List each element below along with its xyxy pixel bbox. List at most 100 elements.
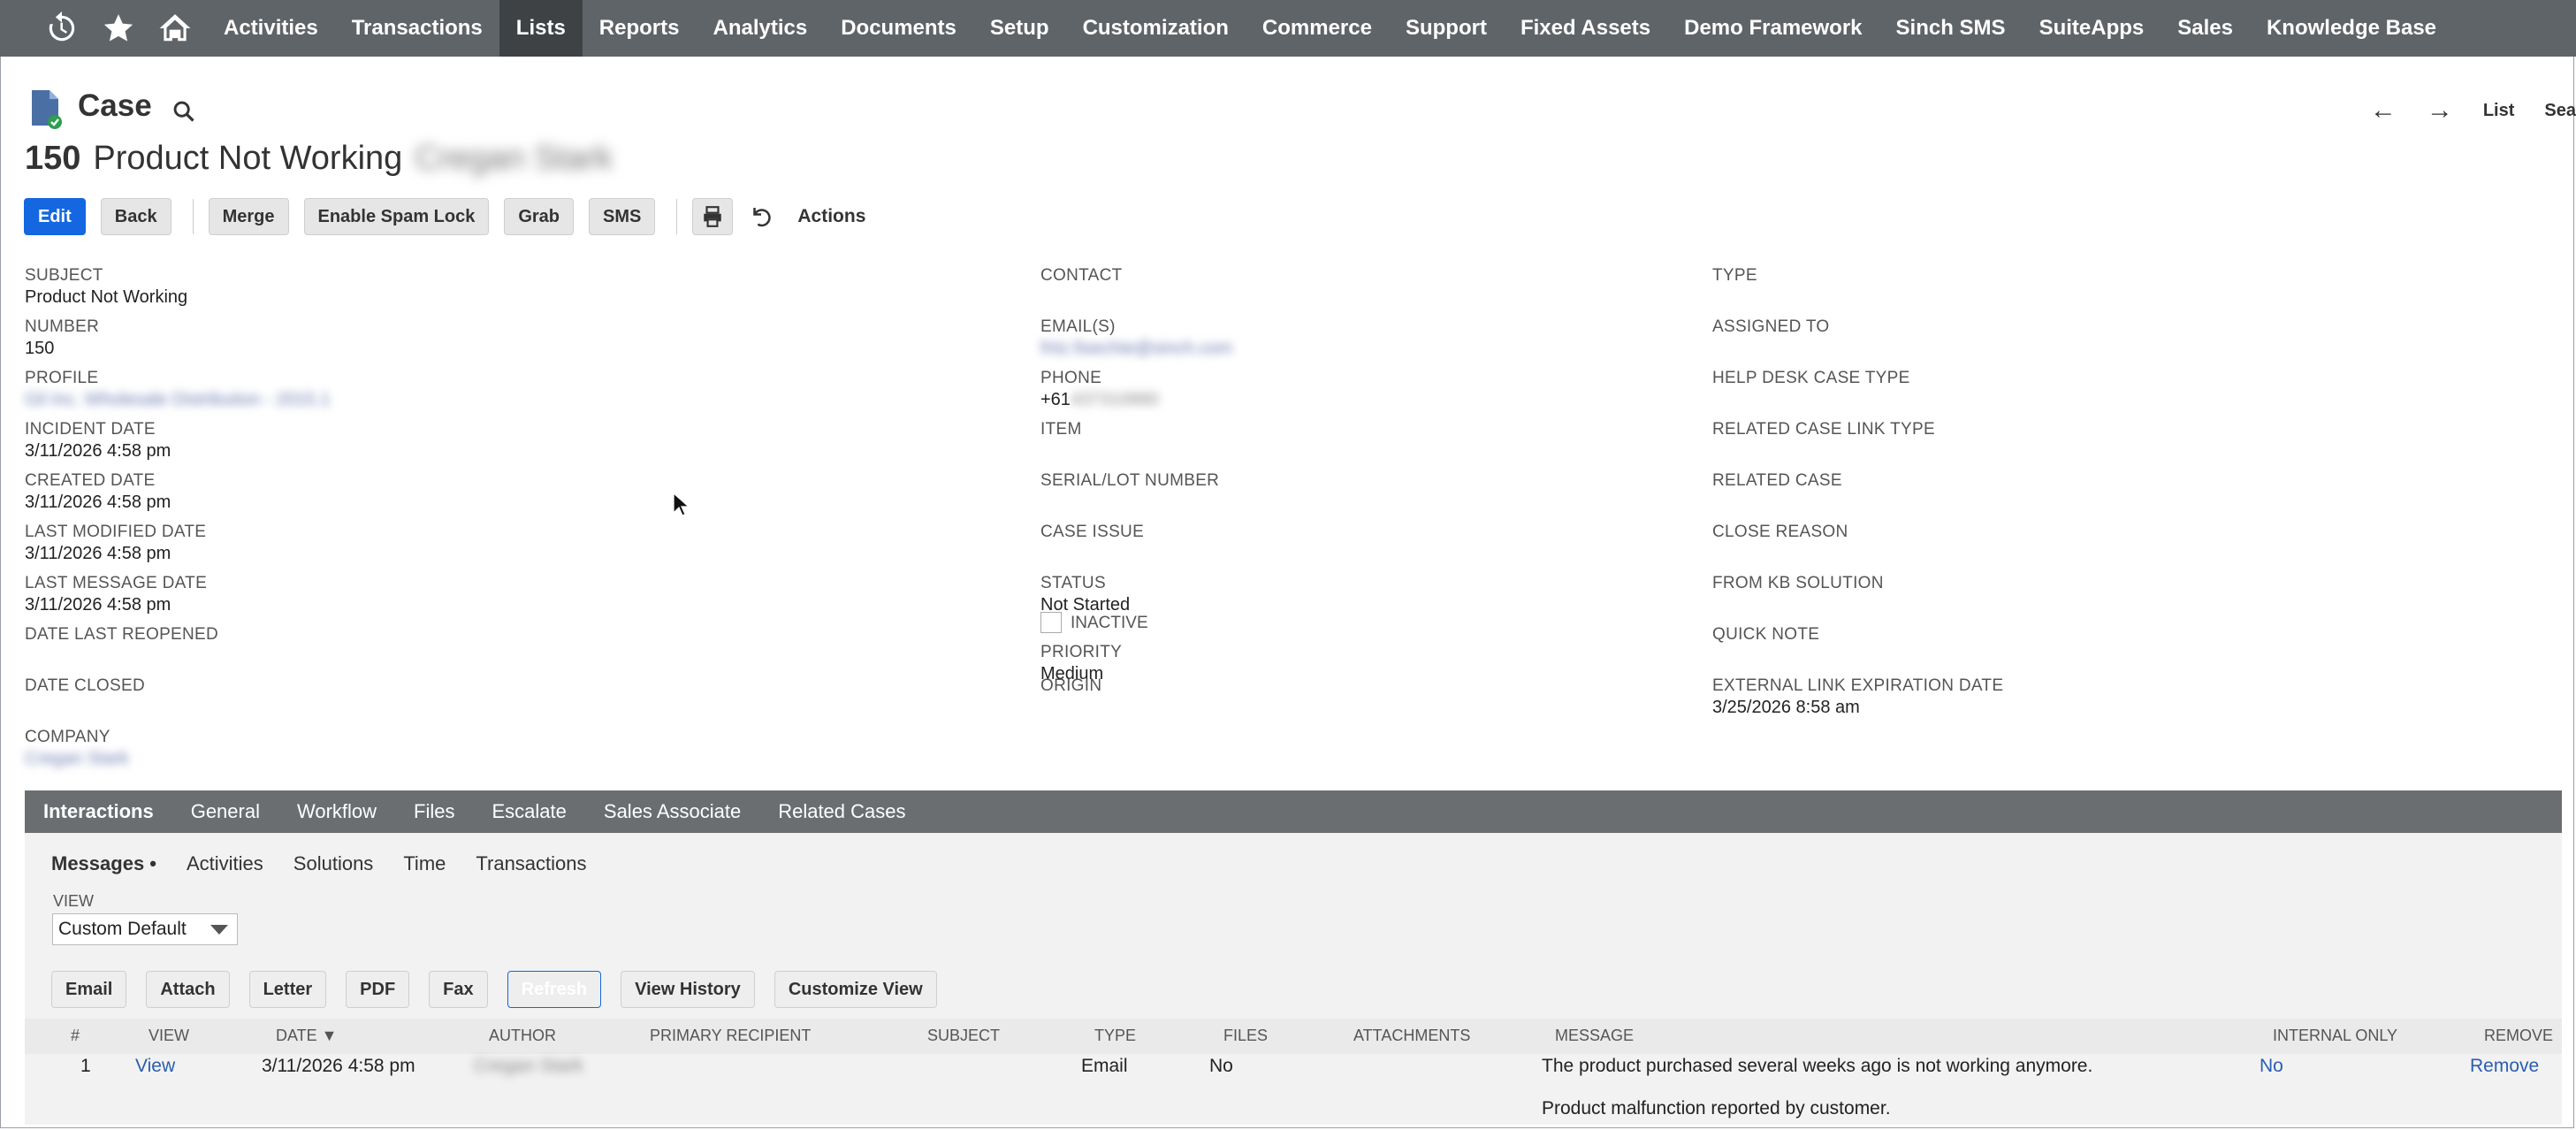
home-icon[interactable]: [150, 0, 200, 57]
sms-button[interactable]: SMS: [589, 198, 656, 235]
nav-activities[interactable]: Activities: [207, 0, 335, 57]
tab-files[interactable]: Files: [395, 800, 473, 823]
row-message-detail: Product malfunction reported by customer…: [1542, 1098, 1891, 1119]
record-subtabs: Interactions General Workflow Files Esca…: [25, 790, 2562, 833]
record-title: 150 Product Not Working Cregan Stark: [25, 140, 613, 178]
fax-button[interactable]: Fax: [429, 971, 488, 1008]
row-internal-only[interactable]: No: [2260, 1056, 2283, 1077]
row-date: 3/11/2026 4:58 pm: [262, 1056, 415, 1076]
interactions-inner-tabs: Messages • Activities Solutions Time Tra…: [51, 852, 617, 875]
star-icon[interactable]: [94, 0, 143, 57]
merge-button[interactable]: Merge: [208, 198, 289, 235]
nav-sinch-sms[interactable]: Sinch SMS: [1879, 0, 2023, 57]
column-header-files[interactable]: Files: [1223, 1027, 1268, 1045]
search-link[interactable]: Sea: [2544, 101, 2576, 121]
nav-commerce[interactable]: Commerce: [1246, 0, 1389, 57]
next-arrow-icon[interactable]: →: [2427, 95, 2453, 126]
print-button[interactable]: [692, 198, 734, 235]
field-label: Email(s): [1040, 317, 1116, 336]
nav-suiteapps[interactable]: SuiteApps: [2023, 0, 2161, 57]
field-column-classification: Type Assigned To Help Desk Case Type Rel…: [1712, 265, 2003, 727]
nav-support[interactable]: Support: [1389, 0, 1504, 57]
company-link[interactable]: Cregan Stark: [25, 748, 331, 769]
tab-activities[interactable]: Activities: [187, 852, 263, 875]
grab-button[interactable]: Grab: [504, 198, 575, 235]
field-label: Status: [1040, 574, 1106, 592]
view-history-button[interactable]: View History: [621, 971, 755, 1008]
nav-lists[interactable]: Lists: [499, 0, 583, 57]
row-type: Email: [1081, 1056, 1128, 1076]
column-header-author[interactable]: Author: [489, 1027, 556, 1045]
field-value: 3/11/2026 4:58 pm: [25, 544, 171, 563]
customize-view-button[interactable]: Customize View: [774, 971, 937, 1008]
column-header-attachments[interactable]: Attachments: [1353, 1027, 1470, 1045]
field-external-link-expiration-date: External Link Expiration Date 3/25/2026 8…: [1712, 676, 2003, 727]
recent-records-icon[interactable]: [37, 0, 87, 57]
email-button[interactable]: Email: [51, 971, 127, 1008]
tab-escalate[interactable]: Escalate: [474, 800, 585, 823]
field-origin: Origin: [1040, 676, 1232, 727]
tab-general[interactable]: General: [172, 800, 278, 823]
tab-time[interactable]: Time: [403, 852, 446, 875]
row-view-link[interactable]: View: [135, 1056, 175, 1077]
pdf-button[interactable]: PDF: [346, 971, 410, 1008]
nav-transactions[interactable]: Transactions: [335, 0, 499, 57]
row-number: 1: [80, 1056, 91, 1076]
nav-fixed-assets[interactable]: Fixed Assets: [1504, 0, 1667, 57]
field-related-case-link-type: Related Case Link Type: [1712, 419, 2003, 470]
refresh-record-icon[interactable]: [748, 203, 774, 230]
column-header-date[interactable]: Date ▼: [276, 1027, 338, 1045]
nav-analytics[interactable]: Analytics: [696, 0, 824, 57]
enable-spam-lock-button[interactable]: Enable Spam Lock: [303, 198, 490, 235]
column-header-type[interactable]: Type: [1094, 1027, 1136, 1045]
nav-customization[interactable]: Customization: [1066, 0, 1246, 57]
actions-menu[interactable]: Actions: [797, 206, 865, 227]
edit-button[interactable]: Edit: [24, 198, 86, 235]
field-label: Created Date: [25, 471, 156, 490]
view-select-value: Custom Default: [58, 919, 187, 939]
search-icon[interactable]: [171, 99, 196, 124]
column-header-primary-recipient[interactable]: Primary Recipient: [650, 1027, 811, 1045]
field-label: From KB Solution: [1712, 574, 1884, 592]
previous-arrow-icon[interactable]: ←: [2370, 95, 2397, 126]
field-label: Type: [1712, 266, 1757, 285]
nav-documents[interactable]: Documents: [824, 0, 973, 57]
nav-knowledge-base[interactable]: Knowledge Base: [2250, 0, 2453, 57]
field-column-contact: Contact Email(s) fritz.fisechte@sinch.com…: [1040, 265, 1232, 727]
field-last-message-date: Last Message Date 3/11/2026 4:58 pm: [25, 573, 331, 624]
column-header-internal-only[interactable]: Internal Only: [2273, 1027, 2397, 1045]
tab-transactions[interactable]: Transactions: [476, 852, 586, 875]
list-link[interactable]: List: [2483, 101, 2515, 121]
attach-button[interactable]: Attach: [146, 971, 230, 1008]
tab-related-cases[interactable]: Related Cases: [759, 800, 924, 823]
tab-sales-associate[interactable]: Sales Associate: [585, 800, 759, 823]
field-label: Profile: [25, 369, 99, 387]
field-date-closed: Date Closed: [25, 676, 331, 727]
field-label: External Link Expiration Date: [1712, 676, 2004, 695]
column-header-subject[interactable]: Subject: [927, 1027, 1000, 1045]
field-phone: Phone +61437310880: [1040, 368, 1232, 419]
field-label: Quick Note: [1712, 625, 1820, 644]
back-button[interactable]: Back: [100, 198, 171, 235]
field-value: 3/11/2026 4:58 pm: [25, 441, 171, 461]
inactive-checkbox[interactable]: [1040, 612, 1062, 633]
nav-setup[interactable]: Setup: [973, 0, 1066, 57]
view-select[interactable]: Custom Default: [52, 913, 238, 945]
tab-solutions[interactable]: Solutions: [293, 852, 374, 875]
row-remove-link[interactable]: Remove: [2470, 1056, 2539, 1077]
column-header-message[interactable]: Message: [1555, 1027, 1634, 1045]
mouse-cursor-icon: [673, 492, 690, 516]
nav-reports[interactable]: Reports: [583, 0, 697, 57]
nav-demo-framework[interactable]: Demo Framework: [1667, 0, 1879, 57]
tab-workflow[interactable]: Workflow: [278, 800, 395, 823]
letter-button[interactable]: Letter: [248, 971, 327, 1008]
field-status: Status Not Started: [1040, 573, 1232, 615]
tab-interactions[interactable]: Interactions: [25, 800, 172, 823]
nav-sales[interactable]: Sales: [2161, 0, 2250, 57]
case-customer: Cregan Stark: [415, 140, 614, 177]
tab-messages[interactable]: Messages •: [51, 852, 156, 875]
refresh-button[interactable]: Refresh: [507, 971, 602, 1008]
toolbar-divider: [676, 199, 678, 234]
field-label: Item: [1040, 420, 1082, 439]
email-link[interactable]: fritz.fisechte@sinch.com: [1040, 338, 1232, 359]
